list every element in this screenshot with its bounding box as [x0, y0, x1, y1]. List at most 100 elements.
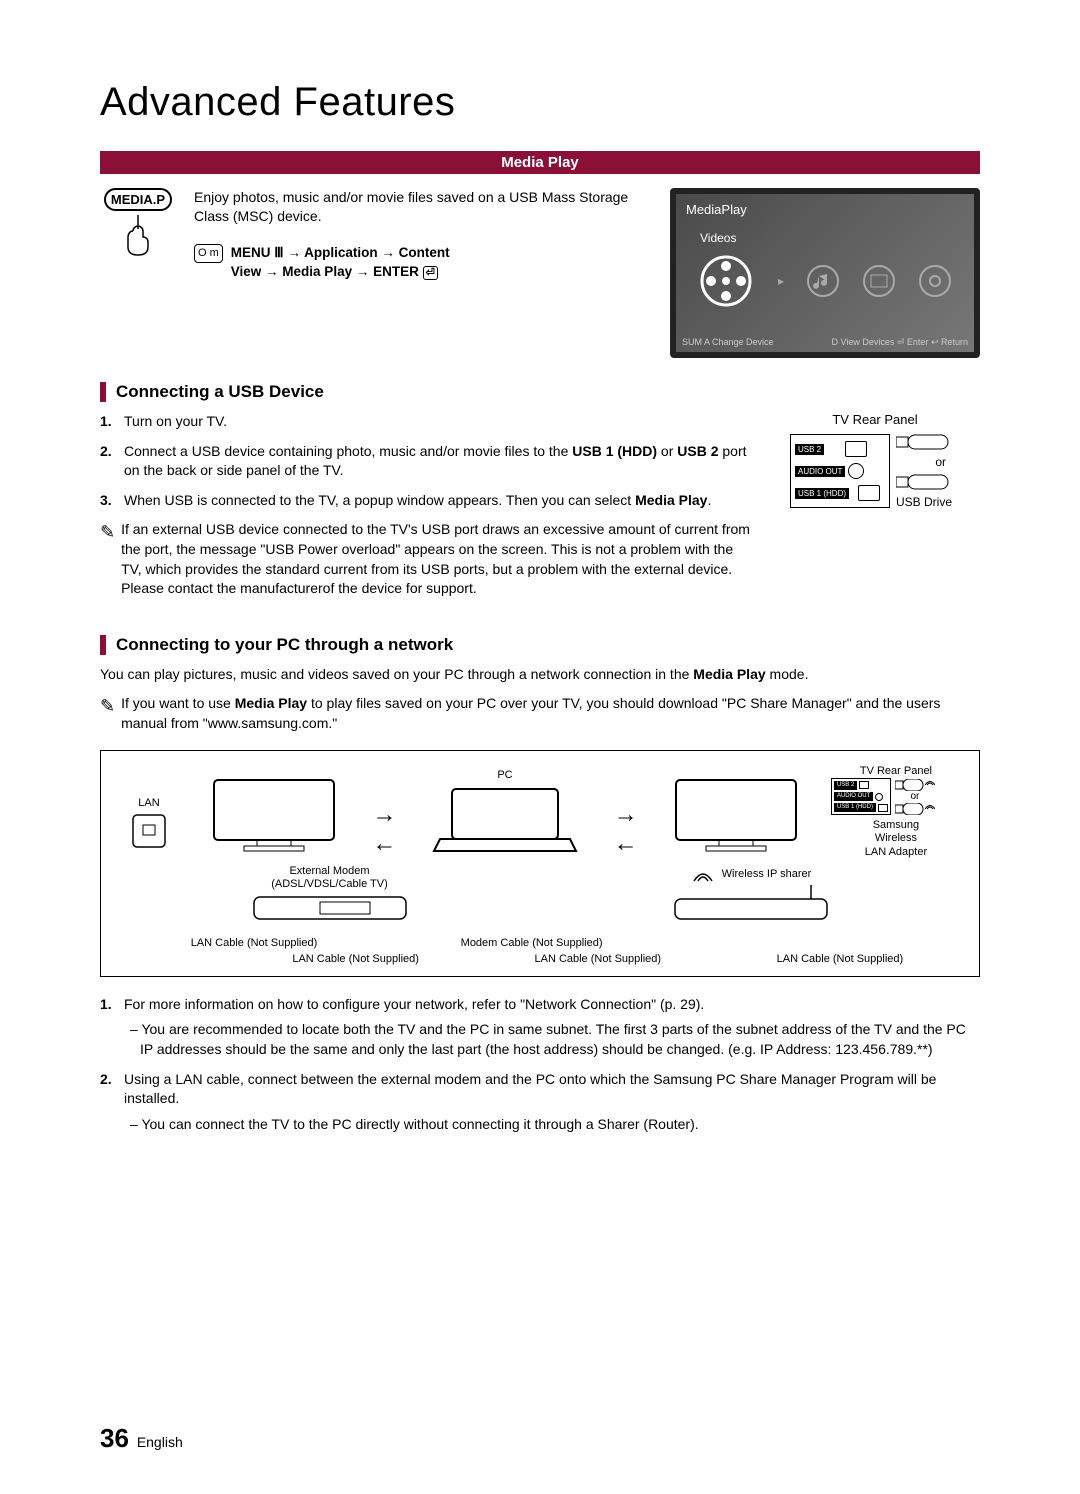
port-usb1-label: USB 1 (HDD) [795, 488, 849, 499]
intro-row: MEDIA.P Enjoy photos, music and/or movie… [100, 188, 980, 358]
usb-drive-group: or USB Drive [896, 433, 952, 509]
intro-description: Enjoy photos, music and/or movie files s… [194, 188, 650, 226]
step-bold: Media Play [635, 492, 707, 508]
usb-stick-icon [896, 473, 952, 491]
port-audio-label-2: AUDIO OUT [834, 792, 873, 801]
list-item: Connect a USB device containing photo, m… [100, 442, 750, 481]
screenshot-category: Videos [700, 231, 964, 245]
note-bold: Media Play [235, 695, 307, 711]
network-diagram: LAN →← PC →← TV Rear Panel USB 2 AUDIO O… [100, 750, 980, 977]
list-item: Turn on your TV. [100, 412, 750, 432]
photo-icon [862, 264, 896, 298]
screenshot-foot-left: SUM A Change Device [682, 337, 774, 348]
modem-label-2: (ADSL/VDSL/Cable TV) [215, 878, 445, 891]
port-usb2-slot [845, 441, 867, 457]
step-bold: USB 1 (HDD) [572, 443, 657, 459]
rear-panel-label: TV Rear Panel [770, 412, 980, 427]
section-bar-media-play: Media Play [100, 151, 980, 174]
cable-labels-row1: LAN Cable (Not Supplied) Modem Cable (No… [119, 937, 961, 950]
list-item: For more information on how to configure… [100, 995, 980, 1060]
cable-lan-3: LAN Cable (Not Supplied) [534, 953, 661, 966]
step-sub: You are recommended to locate both the T… [140, 1021, 966, 1057]
usb-stick-icon [896, 433, 952, 451]
page-footer: 36 English [100, 1423, 183, 1454]
router-icon [671, 885, 831, 923]
hand-pointer-icon [113, 209, 163, 259]
port-usb1-label-2: USB 1 (HDD) [834, 803, 876, 812]
note-pre: If you want to use [121, 695, 235, 711]
laptop-icon [430, 783, 580, 855]
step-text: For more information on how to configure… [124, 996, 704, 1012]
port-jack [875, 793, 883, 801]
step-text: . [707, 492, 711, 508]
wifi-signal-icon [690, 865, 716, 885]
tv-rear-panel: USB 2 AUDIO OUT USB 1 (HDD) [790, 434, 890, 508]
tv-device-2 [666, 775, 806, 859]
modem-device: External Modem (ADSL/VDSL/Cable TV) [215, 865, 445, 930]
wall-jack-icon [129, 811, 169, 855]
adapter-line3: LAN Adapter [865, 846, 927, 858]
note-icon: ✎ [100, 694, 115, 733]
pc-device: PC [425, 769, 585, 858]
cable-lan-2: LAN Cable (Not Supplied) [292, 953, 419, 966]
step-sub: You can connect the TV to the PC directl… [141, 1116, 698, 1132]
cable-labels-row2: LAN Cable (Not Supplied) LAN Cable (Not … [119, 953, 961, 966]
bidirectional-arrow-icon: →← [614, 801, 638, 859]
rear-panel-label-2: TV Rear Panel [831, 765, 961, 778]
port-audio-jack [848, 463, 864, 479]
usb-steps-column: Turn on your TV. Connect a USB device co… [100, 412, 750, 615]
menu-key-icon: O m [194, 244, 223, 263]
step-text: Connect a USB device containing photo, m… [124, 443, 572, 459]
note-text: If an external USB device connected to t… [121, 520, 750, 598]
menu-path-text: MENU Ⅲ → Application → Content View → Me… [231, 244, 450, 282]
adapter-line1: Samsung [873, 819, 919, 831]
tv-icon [671, 775, 801, 855]
menu-path-line2: View → Media Play → ENTER [231, 264, 419, 279]
note-text: If you want to use Media Play to play fi… [121, 694, 980, 733]
list-item: Using a LAN cable, connect between the e… [100, 1070, 980, 1135]
screenshot-footer: SUM A Change Device D View Devices ⏎ Ent… [682, 337, 968, 348]
settings-icon [918, 264, 952, 298]
film-reel-icon [696, 251, 756, 311]
port-slot [878, 804, 888, 812]
cable-lan-4: LAN Cable (Not Supplied) [777, 953, 904, 966]
pc-intro-bold: Media Play [693, 666, 765, 682]
screenshot-foot-right: D View Devices ⏎ Enter ↩ Return [832, 337, 968, 348]
remote-button-badge: MEDIA.P [100, 188, 176, 358]
subheading-pc: Connecting to your PC through a network [100, 635, 980, 655]
bidirectional-arrow-icon: →← [372, 801, 396, 859]
router-device: Wireless IP sharer [636, 865, 866, 927]
subheading-usb: Connecting a USB Device [100, 382, 980, 402]
port-usb2-label-2: USB 2 [834, 781, 857, 790]
tv-screenshot: MediaPlay Videos ▸ SUM A Change Device D… [670, 188, 980, 358]
wireless-adapter-icon [895, 779, 935, 791]
cable-lan-1: LAN Cable (Not Supplied) [191, 937, 318, 950]
step-text: Using a LAN cable, connect between the e… [124, 1071, 936, 1107]
intro-left: MEDIA.P Enjoy photos, music and/or movie… [100, 188, 650, 358]
port-audio-label: AUDIO OUT [795, 466, 845, 477]
lan-label: LAN [119, 797, 179, 810]
cable-modem: Modem Cable (Not Supplied) [461, 937, 603, 950]
menu-path-line1: MENU Ⅲ → Application → Content [231, 245, 450, 260]
pc-intro: You can play pictures, music and videos … [100, 665, 980, 685]
or-label-2: or [911, 791, 920, 803]
note-icon: ✎ [100, 520, 115, 598]
rear-panel-adapter: TV Rear Panel USB 2 AUDIO OUT USB 1 (HDD… [831, 765, 961, 859]
page-number: 36 [100, 1423, 129, 1453]
adapter-line2: Wireless [875, 832, 917, 844]
usb-note: ✎ If an external USB device connected to… [100, 520, 750, 598]
lan-wall-jack: LAN [119, 797, 179, 858]
screenshot-thumb-row: ▸ [696, 251, 964, 311]
wireless-adapter-icon [895, 803, 935, 815]
port-usb1-slot [858, 485, 880, 501]
enter-key-icon: ⏎ [423, 266, 438, 280]
chevron-right-icon: ▸ [778, 274, 784, 288]
port-slot [859, 781, 869, 789]
sharer-label: Wireless IP sharer [722, 868, 812, 881]
page-title: Advanced Features [100, 80, 980, 125]
music-icon [806, 264, 840, 298]
port-usb2-label: USB 2 [795, 444, 824, 455]
media-p-button: MEDIA.P [104, 188, 172, 211]
pc-label: PC [425, 769, 585, 782]
intro-text: Enjoy photos, music and/or movie files s… [194, 188, 650, 358]
